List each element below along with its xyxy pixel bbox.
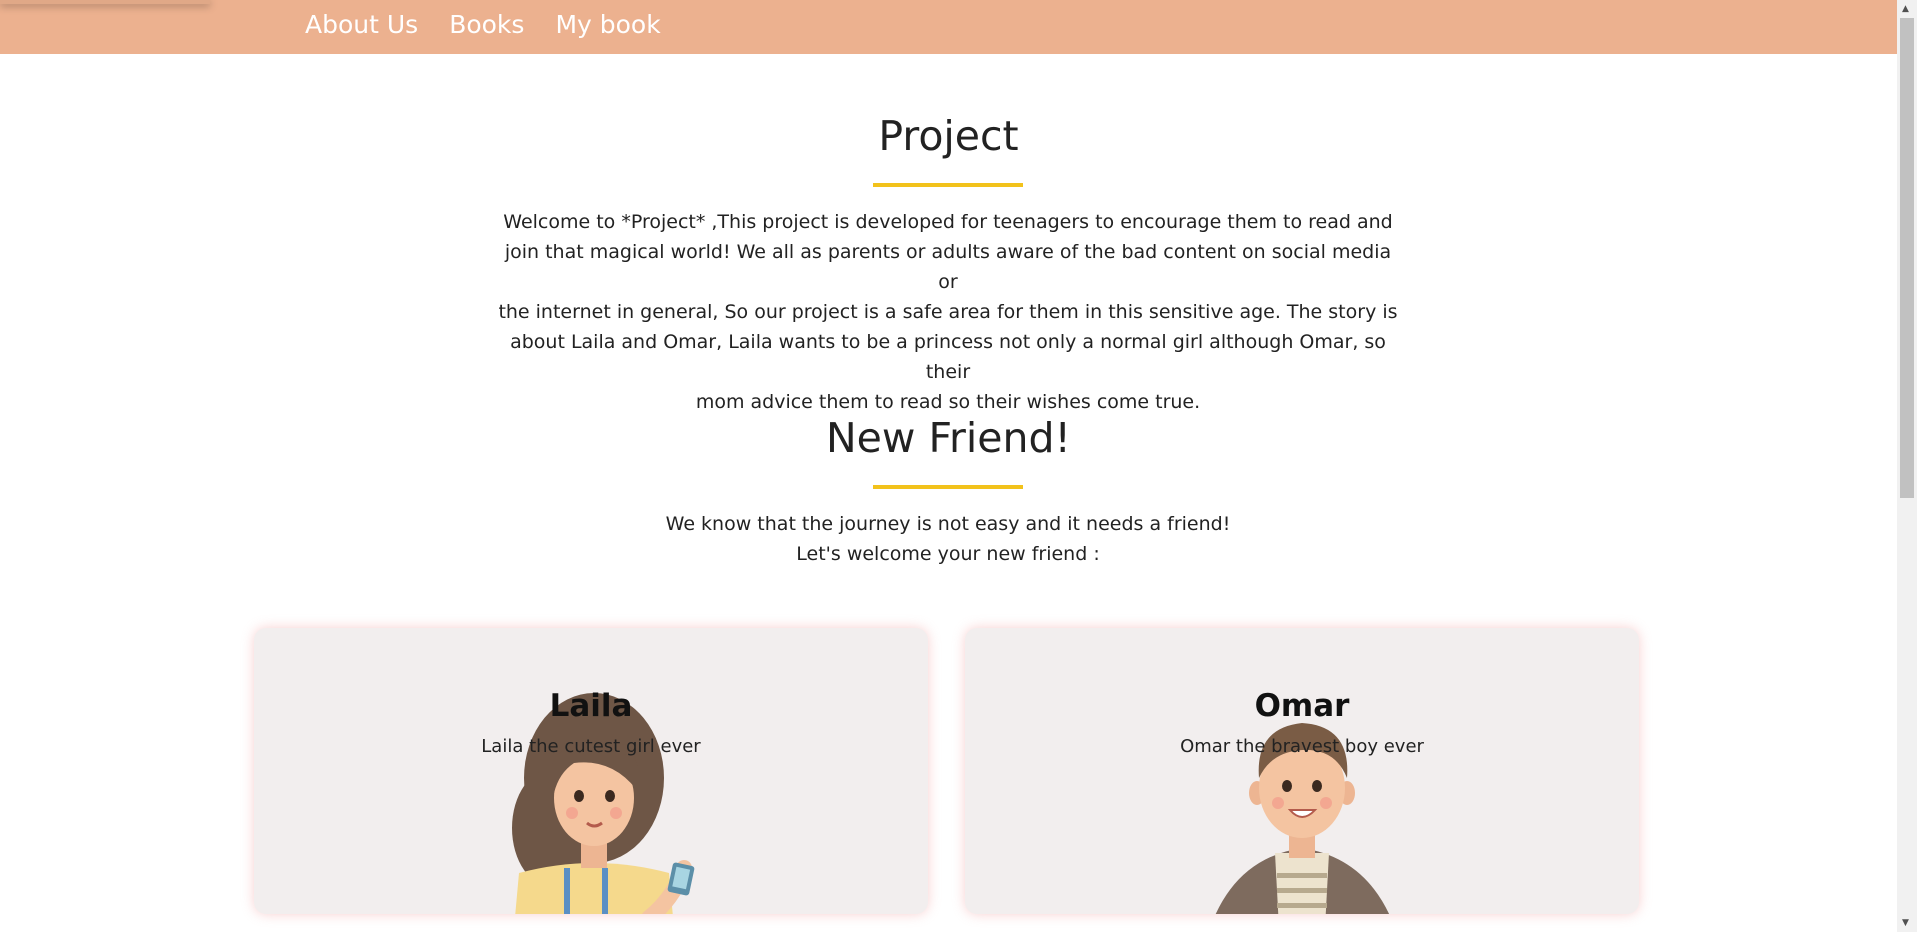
project-heading: Project [878, 112, 1019, 160]
project-description: Welcome to *Project* ,This project is de… [498, 207, 1398, 417]
vertical-scrollbar[interactable]: ▲ ▼ [1897, 0, 1917, 932]
nav-link-my-book[interactable]: My book [555, 8, 660, 42]
girl-illustration-icon [512, 693, 695, 914]
new-friend-heading: New Friend! [826, 414, 1071, 462]
card-text-omar: Omar the bravest boy ever [1180, 736, 1424, 757]
project-line: the internet in general, So our project … [498, 301, 1398, 323]
scroll-up-arrow-icon[interactable]: ▲ [1902, 4, 1909, 14]
project-heading-underline [873, 183, 1023, 187]
new-friend-description: We know that the journey is not easy and… [498, 509, 1398, 569]
navbar-shadow-decoration [0, 0, 210, 4]
card-title-omar: Omar [1254, 688, 1350, 724]
card-title-laila: Laila [549, 688, 633, 724]
scroll-down-arrow-icon[interactable]: ▼ [1902, 918, 1909, 928]
card-text-laila: Laila the cutest girl ever [481, 736, 701, 757]
scroll-thumb[interactable] [1900, 18, 1914, 498]
project-line: about Laila and Omar, Laila wants to be … [510, 331, 1386, 383]
character-card-omar[interactable]: Omar Omar the bravest boy ever [965, 628, 1639, 914]
project-line: join that magical world! We all as paren… [504, 241, 1392, 293]
nav-link-books[interactable]: Books [449, 8, 524, 42]
new-friend-heading-underline [873, 485, 1023, 489]
friend-line: Let's welcome your new friend : [796, 543, 1100, 565]
nav-link-about-us[interactable]: About Us [305, 8, 418, 42]
boy-illustration-icon [1215, 723, 1390, 914]
character-card-laila[interactable]: Laila Laila the cutest girl ever [254, 628, 928, 914]
friend-line: We know that the journey is not easy and… [665, 513, 1231, 535]
top-navbar: About Us Books My book [0, 0, 1897, 54]
nav-links: About Us Books My book [305, 8, 661, 42]
project-line: Welcome to *Project* ,This project is de… [503, 211, 1393, 233]
project-line: mom advice them to read so their wishes … [695, 391, 1201, 413]
